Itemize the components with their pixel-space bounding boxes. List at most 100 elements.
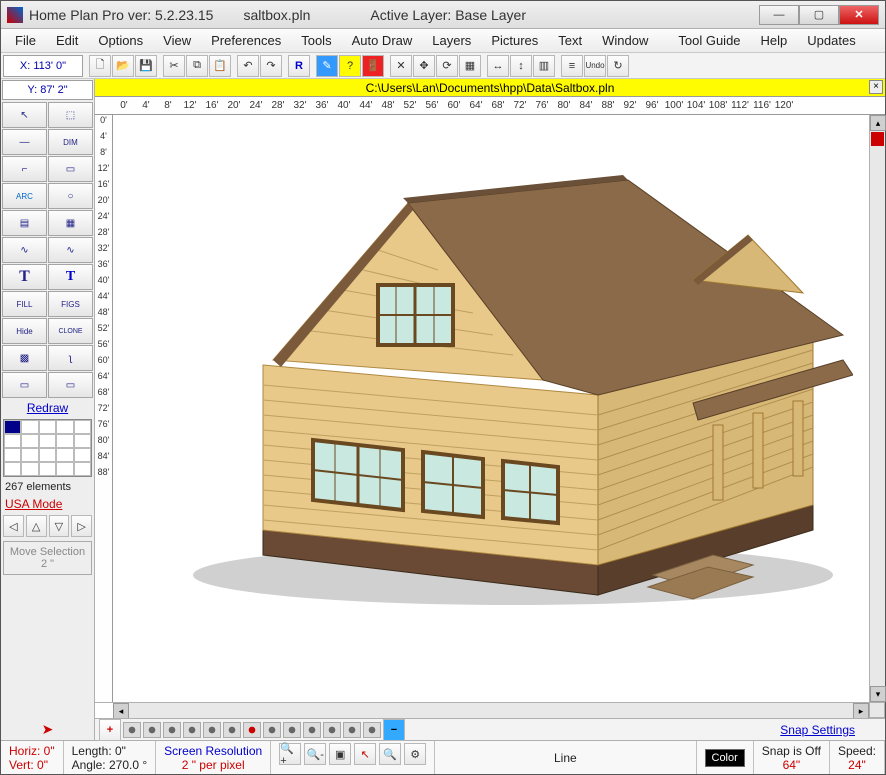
tool-dim[interactable]: DIM: [48, 129, 93, 155]
status-color[interactable]: Color: [697, 741, 754, 774]
redo-icon[interactable]: ↷: [260, 55, 282, 77]
snap-dot[interactable]: [263, 722, 281, 738]
tool-clone[interactable]: CLONE: [48, 318, 93, 344]
scrollbar-vertical[interactable]: ▴ ▾: [869, 115, 885, 702]
zoomout-icon[interactable]: 🔍-: [304, 743, 326, 765]
settings-icon[interactable]: ⚙: [404, 743, 426, 765]
tool-circle[interactable]: ○: [48, 183, 93, 209]
tool-pattern2[interactable]: ▦: [48, 210, 93, 236]
canvas[interactable]: [113, 115, 869, 702]
menu-view[interactable]: View: [153, 30, 201, 51]
tool-path[interactable]: ʅ: [48, 345, 93, 371]
paste-icon[interactable]: 📋: [209, 55, 231, 77]
menu-preferences[interactable]: Preferences: [201, 30, 291, 51]
arrow-right-icon[interactable]: ➤: [1, 719, 94, 740]
redo2-icon[interactable]: ↻: [607, 55, 629, 77]
tool-image[interactable]: ▩: [2, 345, 47, 371]
move-right-icon[interactable]: ▷: [71, 515, 92, 537]
tool-pattern1[interactable]: ▤: [2, 210, 47, 236]
snap-dot[interactable]: [183, 722, 201, 738]
region-icon[interactable]: R: [288, 55, 310, 77]
redraw-link[interactable]: Redraw: [1, 399, 94, 417]
move-down-icon[interactable]: ▽: [49, 515, 70, 537]
zoom-out-icon[interactable]: −: [383, 719, 405, 741]
tool-marquee[interactable]: ⬚: [48, 102, 93, 128]
tool-curve2[interactable]: ∿: [48, 237, 93, 263]
grid-icon[interactable]: ▦: [459, 55, 481, 77]
harrow-icon[interactable]: ↔: [487, 55, 509, 77]
zoomin-icon[interactable]: 🔍+: [279, 743, 301, 765]
move-icon[interactable]: ✥: [413, 55, 435, 77]
undo2-icon[interactable]: Undo: [584, 55, 606, 77]
exit-icon[interactable]: 🚪: [362, 55, 384, 77]
tool-rect3[interactable]: ▭: [48, 372, 93, 398]
zoom-in-icon[interactable]: +: [99, 719, 121, 741]
save-icon[interactable]: 💾: [135, 55, 157, 77]
fit-icon[interactable]: ▣: [329, 743, 351, 765]
tool-fill[interactable]: FILL: [2, 291, 47, 317]
snap-dot[interactable]: [283, 722, 301, 738]
tool-line[interactable]: —: [2, 129, 47, 155]
delete-icon[interactable]: ✕: [390, 55, 412, 77]
menu-toolguide[interactable]: Tool Guide: [658, 30, 750, 51]
scroll-down-icon[interactable]: ▾: [870, 686, 886, 702]
menu-autodraw[interactable]: Auto Draw: [342, 30, 423, 51]
snap-dot[interactable]: [323, 722, 341, 738]
scrollbar-horizontal[interactable]: ◂ ▸: [113, 702, 869, 718]
menu-options[interactable]: Options: [88, 30, 153, 51]
menu-text[interactable]: Text: [548, 30, 592, 51]
cut-icon[interactable]: ✂: [163, 55, 185, 77]
usa-mode-link[interactable]: USA Mode: [1, 495, 94, 513]
open-icon[interactable]: 📂: [112, 55, 134, 77]
select-icon[interactable]: ↖: [354, 743, 376, 765]
snap-dot[interactable]: [363, 722, 381, 738]
menu-file[interactable]: File: [5, 30, 46, 51]
tool-rect2[interactable]: ▭: [2, 372, 47, 398]
color-palette[interactable]: [3, 419, 92, 477]
refresh-icon[interactable]: ⟳: [436, 55, 458, 77]
tool-hide[interactable]: Hide: [2, 318, 47, 344]
find-icon[interactable]: 🔍: [379, 743, 401, 765]
scroll-up-icon[interactable]: ▴: [870, 115, 886, 131]
filepath-close-icon[interactable]: ×: [869, 80, 883, 94]
snap-dot[interactable]: [203, 722, 221, 738]
scroll-left-icon[interactable]: ◂: [113, 703, 129, 719]
undo-icon[interactable]: ↶: [237, 55, 259, 77]
snap-dot[interactable]: [223, 722, 241, 738]
tool-fast-text[interactable]: T: [48, 264, 93, 290]
new-icon[interactable]: 🗋: [89, 55, 111, 77]
tool-select[interactable]: ↖: [2, 102, 47, 128]
tool-text[interactable]: T: [2, 264, 47, 290]
move-left-icon[interactable]: ◁: [3, 515, 24, 537]
snap-settings-link[interactable]: Snap Settings: [772, 723, 863, 737]
align-icon[interactable]: ▥: [533, 55, 555, 77]
snap-dot[interactable]: [143, 722, 161, 738]
menu-window[interactable]: Window: [592, 30, 658, 51]
measure-icon[interactable]: ≡: [561, 55, 583, 77]
maximize-button[interactable]: ▢: [799, 5, 839, 25]
help-icon[interactable]: ?: [339, 55, 361, 77]
tool-curve[interactable]: ∿: [2, 237, 47, 263]
scroll-right-icon[interactable]: ▸: [853, 703, 869, 719]
snap-dot[interactable]: [343, 722, 361, 738]
menu-tools[interactable]: Tools: [291, 30, 341, 51]
close-button[interactable]: ✕: [839, 5, 879, 25]
tool-corner[interactable]: ⌐: [2, 156, 47, 182]
minimize-button[interactable]: —: [759, 5, 799, 25]
snap-dot[interactable]: [163, 722, 181, 738]
tool-rect[interactable]: ▭: [48, 156, 93, 182]
snap-dot-active[interactable]: [243, 722, 261, 738]
tool-figs[interactable]: FIGS: [48, 291, 93, 317]
move-up-icon[interactable]: △: [26, 515, 47, 537]
menu-updates[interactable]: Updates: [797, 30, 865, 51]
menu-help[interactable]: Help: [751, 30, 798, 51]
menu-pictures[interactable]: Pictures: [481, 30, 548, 51]
menu-layers[interactable]: Layers: [422, 30, 481, 51]
snap-dot[interactable]: [303, 722, 321, 738]
snap-dot[interactable]: [123, 722, 141, 738]
menu-edit[interactable]: Edit: [46, 30, 88, 51]
copy-icon[interactable]: ⧉: [186, 55, 208, 77]
varrow-icon[interactable]: ↕: [510, 55, 532, 77]
eraser-icon[interactable]: ✎: [316, 55, 338, 77]
tool-arc[interactable]: ARC: [2, 183, 47, 209]
